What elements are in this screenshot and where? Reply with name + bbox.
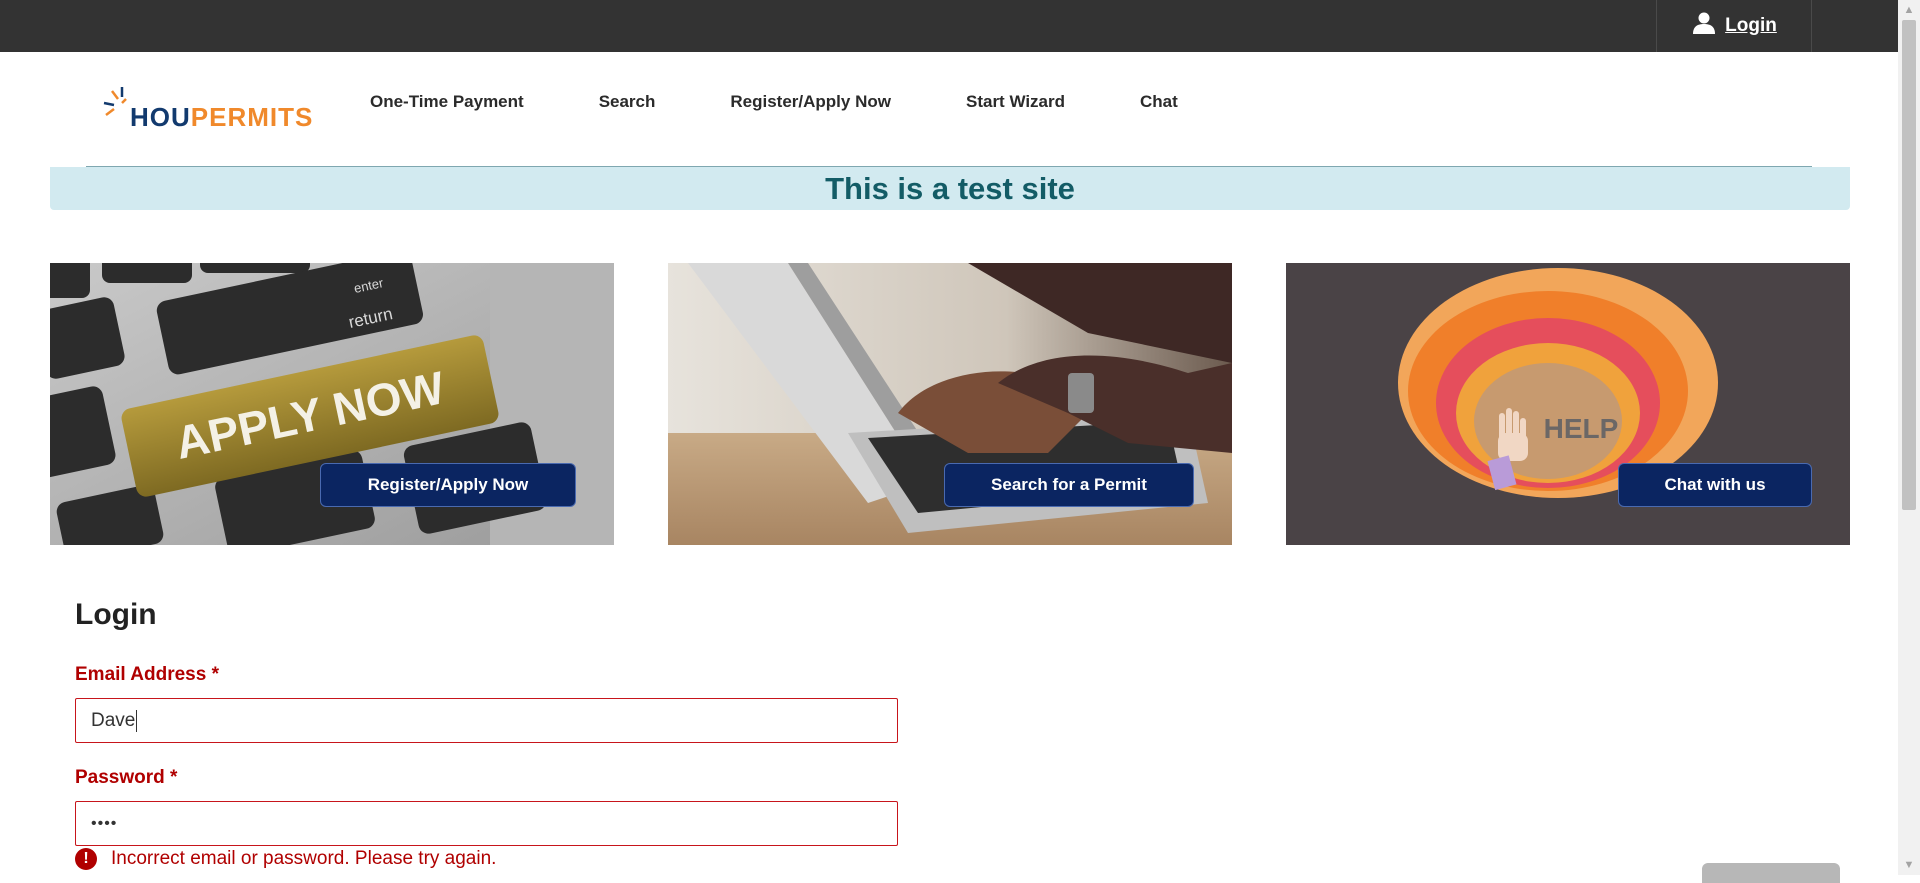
register-apply-now-button[interactable]: Register/Apply Now [320, 463, 576, 507]
search-for-permit-button[interactable]: Search for a Permit [944, 463, 1194, 507]
nav-chat[interactable]: Chat [1140, 92, 1178, 112]
card-apply-now: APPLY NOW return enter Register/Apply No… [50, 263, 614, 545]
site-logo[interactable]: HOUPERMITS [100, 82, 313, 130]
card-search-permit: Search for a Permit [668, 263, 1232, 545]
card-chat: HELP Chat with us [1286, 263, 1850, 545]
nav-one-time-payment[interactable]: One-Time Payment [370, 92, 524, 112]
error-text: Incorrect email or password. Please try … [111, 848, 497, 869]
scrollbar-thumb[interactable] [1902, 20, 1916, 510]
required-mark: * [170, 767, 178, 788]
nav-search[interactable]: Search [599, 92, 656, 112]
partially-visible-button[interactable] [1702, 863, 1840, 883]
password-label: Password * [75, 767, 178, 788]
login-title: Login [75, 598, 157, 631]
logo-spark-icon [100, 85, 128, 130]
email-label: Email Address * [75, 664, 219, 685]
login-link-label: Login [1725, 15, 1777, 36]
test-site-banner: This is a test site [50, 167, 1850, 210]
page-scrollbar[interactable]: ▲ ▼ [1898, 0, 1920, 875]
login-link[interactable]: Login [1656, 0, 1812, 52]
user-icon [1691, 12, 1717, 40]
email-value: Dave [91, 709, 136, 731]
svg-text:HELP: HELP [1544, 413, 1619, 444]
top-bar: Login [0, 0, 1898, 52]
required-mark: * [211, 664, 219, 685]
nav-start-wizard[interactable]: Start Wizard [966, 92, 1065, 112]
text-cursor [136, 709, 138, 732]
login-error-message: ! Incorrect email or password. Please tr… [75, 848, 496, 870]
main-nav: One-Time Payment Search Register/Apply N… [370, 92, 1178, 112]
email-field[interactable]: Dave [75, 698, 898, 743]
exclamation-icon: ! [75, 848, 97, 870]
password-value: •••• [91, 814, 118, 832]
logo-text: HOUPERMITS [130, 102, 314, 132]
chat-with-us-button[interactable]: Chat with us [1618, 463, 1812, 507]
scroll-down-icon[interactable]: ▼ [1898, 855, 1920, 875]
scroll-up-icon[interactable]: ▲ [1898, 0, 1920, 20]
nav-register-apply[interactable]: Register/Apply Now [730, 92, 891, 112]
password-field[interactable]: •••• [75, 801, 898, 846]
